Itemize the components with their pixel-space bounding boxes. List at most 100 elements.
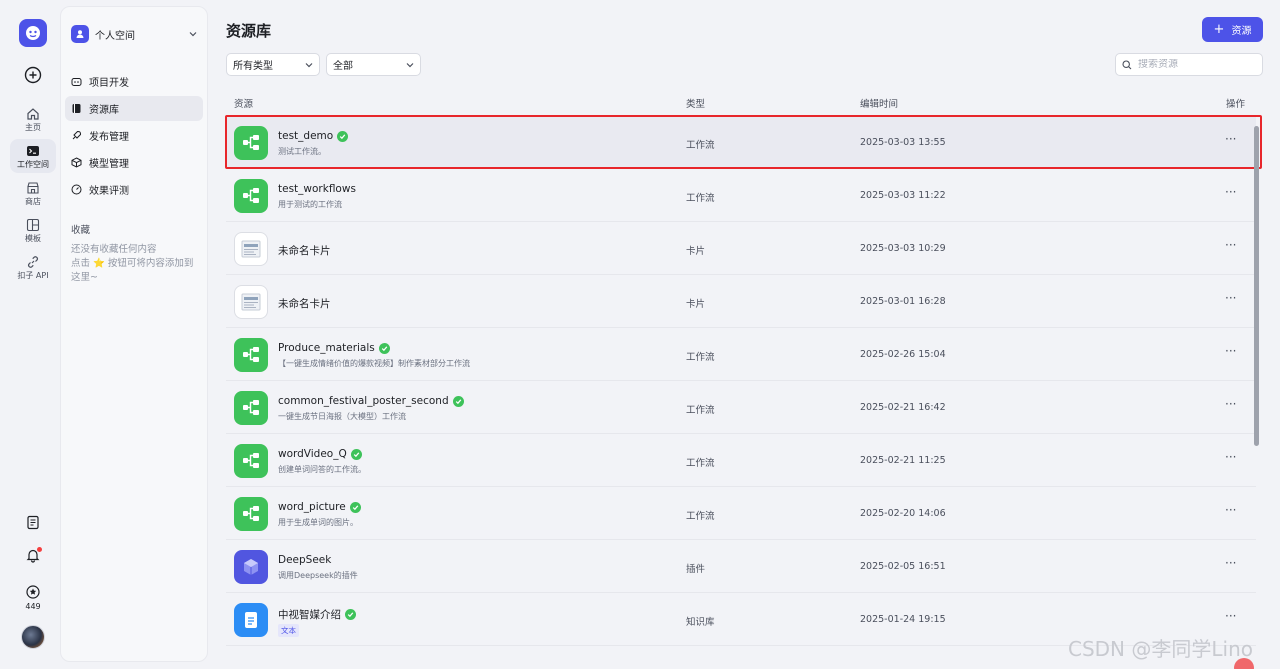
resource-edit-time: 2025-02-05 16:51 [860,561,946,572]
avatar[interactable] [21,625,45,649]
rail-item-templates[interactable]: 模板 [10,213,56,247]
nav-item-publish[interactable]: 发布管理 [65,123,203,148]
table-row[interactable]: test_demo 测试工作流。 工作流 2025-03-03 13:55 ··· [225,115,1262,169]
search-input[interactable] [1138,59,1248,70]
more-actions-icon[interactable]: ··· [1225,185,1236,199]
published-check-icon [345,609,356,620]
favorites-empty-text: 还没有收藏任何内容 点击 ⭐ 按钮可将内容添加到这里~ [71,243,197,285]
nav-item-projects[interactable]: 项目开发 [65,69,203,94]
type-filter-select[interactable]: 所有类型 [226,53,320,76]
resource-tag: 文本 [278,624,299,637]
user-icon [71,25,89,43]
more-actions-icon[interactable]: ··· [1225,503,1236,517]
resource-edit-time: 2025-02-26 15:04 [860,349,946,360]
table-row[interactable]: 未命名卡片 卡片 2025-03-01 16:28 ··· [226,275,1256,328]
home-icon [27,108,39,120]
knowledge-icon [234,603,268,637]
workflow-icon [234,497,268,531]
more-actions-icon[interactable]: ··· [1225,556,1236,570]
resource-name: 未命名卡片 [278,245,331,257]
credits-count: 449 [25,602,41,611]
scope-filter-select[interactable]: 全部 [326,53,421,76]
resource-name: test_demo [278,130,334,142]
scrollbar[interactable] [1254,126,1259,446]
column-header-type: 类型 [686,99,706,110]
resource-type: 插件 [686,564,706,575]
resource-type: 工作流 [686,405,715,416]
resource-description: 用于测试的工作流 [278,200,342,209]
workflow-icon [234,179,268,213]
table-row[interactable]: wordVideo_Q 创建单词问答的工作流。 工作流 2025-02-21 11:2… [226,434,1256,487]
add-resource-button[interactable]: + 资源 [1202,17,1263,42]
star-coin-icon [26,585,40,599]
workflow-icon [234,338,268,372]
table-row[interactable]: test_workflows 用于测试的工作流 工作流 2025-03-03 11:2… [226,169,1256,222]
app-logo-icon[interactable] [19,19,47,47]
resource-edit-time: 2025-02-21 16:42 [860,402,946,413]
table-row[interactable]: 未命名卡片 卡片 2025-03-03 10:29 ··· [226,222,1256,275]
table-row[interactable]: Produce_materials 【一键生成情绪价值的爆款视频】制作素材部分工作… [226,328,1256,381]
column-header-actions: 操作 [1226,99,1246,110]
cube-icon [71,157,82,168]
rail-item-home[interactable]: 主页 [10,102,56,136]
resource-type: 工作流 [686,458,715,469]
more-actions-icon[interactable]: ··· [1225,291,1236,305]
favorites-empty-line: 点击 ⭐ 按钮可将内容添加到这里~ [71,258,194,283]
nav-item-label: 发布管理 [89,132,129,143]
table-row[interactable]: DeepSeek 调用Deepseek的插件 插件 2025-02-05 16:51 ·… [226,540,1256,593]
rail-item-api[interactable]: 扣子 API [10,250,56,284]
side-nav: 项目开发 资源库 发布管理 模型管理 效果评测 [61,69,207,202]
table-row[interactable]: common_festival_poster_second 一键生成节日海报（大模… [226,381,1256,434]
nav-item-models[interactable]: 模型管理 [65,150,203,175]
chevron-down-icon [406,62,414,67]
rocket-icon [72,130,82,140]
plus-icon: + [1213,22,1225,37]
terminal-icon [27,146,39,156]
resource-table: test_demo 测试工作流。 工作流 2025-03-03 13:55 ··· tes… [225,115,1262,646]
create-plus-icon[interactable] [24,66,42,84]
resource-edit-time: 2025-01-24 19:15 [860,614,946,625]
more-actions-icon[interactable]: ··· [1225,450,1236,464]
resource-description: 【一键生成情绪价值的爆款视频】制作素材部分工作流 [278,359,470,368]
resource-name: test_workflows [278,183,356,195]
resource-type: 工作流 [686,511,715,522]
rail-item-workspace[interactable]: 工作空间 [10,139,56,173]
search-box[interactable] [1115,53,1263,76]
resource-type: 卡片 [686,299,706,310]
more-actions-icon[interactable]: ··· [1225,238,1236,252]
nav-item-library[interactable]: 资源库 [65,96,203,121]
main-content: 资源库 + 资源 所有类型 全部 资源 类型 编辑时间 操作 test_demo… [212,0,1280,669]
resource-name-wrap: 未命名卡片 [278,243,331,258]
resource-description: 测试工作流。 [278,147,326,156]
resource-type: 卡片 [686,246,706,257]
nav-item-evaluation[interactable]: 效果评测 [65,177,203,202]
resource-name-wrap: test_workflows [278,183,356,195]
more-actions-icon[interactable]: ··· [1225,609,1236,623]
nav-item-label: 项目开发 [89,78,129,89]
more-actions-icon[interactable]: ··· [1225,397,1236,411]
rail-item-label: 工作空间 [17,160,49,169]
table-row[interactable]: word_picture 用于生成单词的图片。 工作流 2025-02-20 14:0… [226,487,1256,540]
document-icon[interactable] [26,515,40,530]
resource-name-wrap: common_festival_poster_second [278,395,464,407]
space-selector[interactable]: 个人空间 [71,21,197,47]
more-actions-icon[interactable]: ··· [1225,132,1236,146]
resource-name-wrap: wordVideo_Q [278,448,362,460]
resource-edit-time: 2025-03-03 11:22 [860,190,946,201]
column-header-edited: 编辑时间 [860,99,899,110]
resource-type: 知识库 [686,617,715,628]
resource-description: 一键生成节日海报（大模型）工作流 [278,412,406,421]
column-header-resource: 资源 [234,99,254,110]
rail-item-label: 商店 [25,197,41,206]
credits-button[interactable]: 449 [25,585,41,611]
resource-name: Produce_materials [278,342,375,354]
link-icon [28,256,38,268]
notification-button[interactable] [26,547,42,567]
resource-edit-time: 2025-02-21 11:25 [860,455,946,466]
notification-dot [37,547,42,552]
side-panel: 个人空间 项目开发 资源库 发布管理 模型管理 效果评测 收藏 还没有收藏任何内… [60,6,208,662]
rail-item-store[interactable]: 商店 [10,176,56,210]
rail-item-label: 主页 [25,123,41,132]
published-check-icon [378,342,390,354]
more-actions-icon[interactable]: ··· [1225,344,1236,358]
